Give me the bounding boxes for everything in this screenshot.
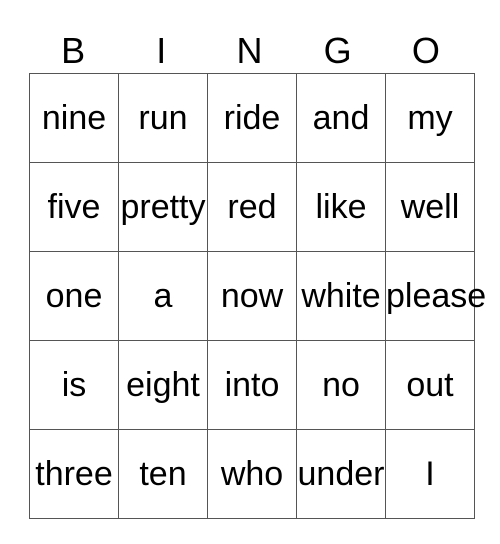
card-cell[interactable]: three [29,429,119,519]
card-cell[interactable]: pretty [118,162,208,252]
card-cell[interactable]: no [296,340,386,430]
bingo-header: B I N G O [29,28,471,73]
card-cell[interactable]: red [207,162,297,252]
card-cell[interactable]: eight [118,340,208,430]
card-cell[interactable]: run [118,73,208,163]
card-cell[interactable]: nine [29,73,119,163]
bingo-card: nine run ride and my five pretty red lik… [29,73,486,519]
card-row: five pretty red like well [29,162,475,252]
card-cell[interactable]: please [385,251,486,341]
card-cell[interactable]: ride [207,73,297,163]
card-row: nine run ride and my [29,73,475,163]
card-cell[interactable]: my [385,73,475,163]
card-cell[interactable]: a [118,251,208,341]
card-cell[interactable]: out [385,340,475,430]
header-letter: N [236,30,263,71]
card-cell[interactable]: is [29,340,119,430]
card-cell[interactable]: who [207,429,297,519]
card-cell[interactable]: white [296,251,386,341]
card-cell[interactable]: five [29,162,119,252]
card-cell[interactable]: ten [118,429,208,519]
header-letter: O [411,30,440,71]
card-cell[interactable]: under [296,429,386,519]
header-letter: I [156,30,167,71]
card-row: one a now white please [29,251,486,341]
card-cell[interactable]: one [29,251,119,341]
card-cell[interactable]: like [296,162,386,252]
card-cell[interactable]: into [207,340,297,430]
card-cell[interactable]: I [385,429,475,519]
header-letter: G [323,30,352,71]
card-cell[interactable]: well [385,162,475,252]
card-cell[interactable]: now [207,251,297,341]
header-letter: B [61,30,86,71]
card-row: three ten who under I [29,429,475,519]
card-cell[interactable]: and [296,73,386,163]
card-row: is eight into no out [29,340,475,430]
